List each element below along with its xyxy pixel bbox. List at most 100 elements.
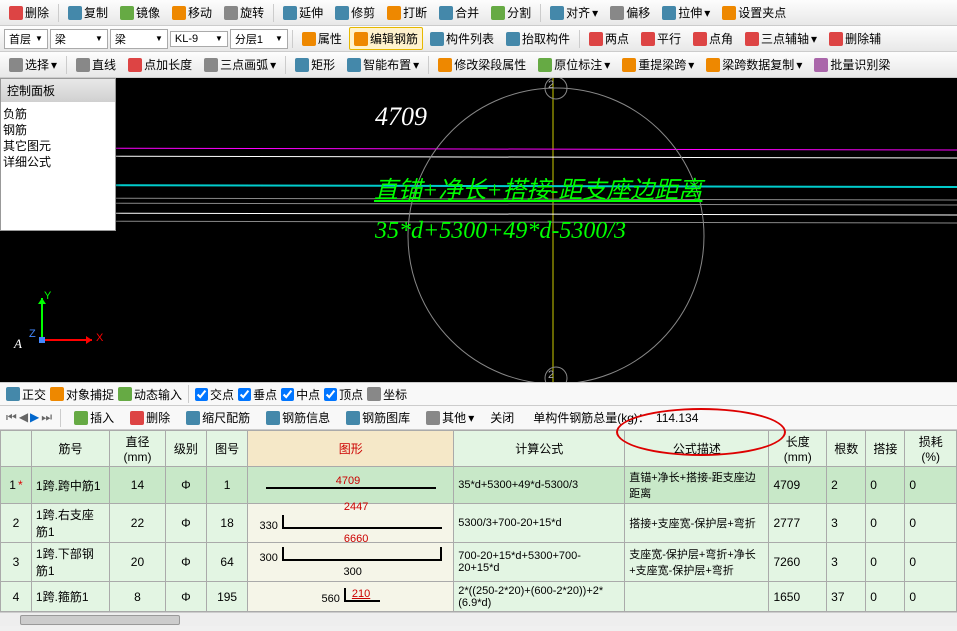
table-row[interactable]: 21跨.右支座筋122Φ1833024475300/3+700-20+15*d搭… <box>1 504 957 543</box>
merge-btn[interactable]: 合并 <box>434 1 484 24</box>
split-btn[interactable]: 分割 <box>486 1 536 24</box>
list-btn[interactable]: 构件列表 <box>425 27 499 50</box>
select-btn[interactable]: 选择 ▾ <box>4 53 62 76</box>
coord-btn[interactable]: 坐标 <box>367 386 407 403</box>
panel-item-3[interactable]: 其它图元 <box>3 138 113 154</box>
rect-btn[interactable]: 矩形 <box>290 53 340 76</box>
stretch-btn[interactable]: 拉伸 ▾ <box>657 1 715 24</box>
two-pt-icon <box>589 32 603 46</box>
smart-btn[interactable]: 智能布置 ▾ <box>342 53 424 76</box>
canvas-length: 4709 <box>375 102 427 132</box>
control-panel[interactable]: 控制面板 负筋 钢筋 其它图元 详细公式 <box>0 78 116 231</box>
cat2-dd[interactable]: 梁▼ <box>110 29 168 49</box>
h-scrollbar[interactable] <box>0 612 957 626</box>
dyn-icon <box>118 387 132 401</box>
trim-icon <box>335 6 349 20</box>
angle-btn[interactable]: 点角 <box>688 27 738 50</box>
fig-cell[interactable]: 560210 <box>248 582 454 612</box>
three-axis-icon <box>745 32 759 46</box>
cat1-dd[interactable]: 梁▼ <box>50 29 108 49</box>
edit-rebar-btn[interactable]: 编辑钢筋 <box>349 27 423 50</box>
table-row[interactable]: 41跨.箍筋18Φ1955602102*((250-2*20)+(600-2*2… <box>1 582 957 612</box>
drawing-canvas[interactable]: 2 2 4709 直锚+净长+搭接-距支座边距离 35*d+5300+49*d-… <box>0 78 957 382</box>
fig-cell[interactable]: 3006660300 <box>248 543 454 582</box>
break-icon <box>387 6 401 20</box>
batch-icon <box>814 58 828 72</box>
nav-next[interactable]: ▶ <box>30 410 39 425</box>
copy-span-btn[interactable]: 梁跨数据复制 ▾ <box>701 53 807 76</box>
rotate-btn[interactable]: 旋转 <box>219 1 269 24</box>
grid-insert[interactable]: 插入 <box>69 406 119 429</box>
copy-btn[interactable]: 复制 <box>63 1 113 24</box>
grid-delete[interactable]: 删除 <box>125 406 175 429</box>
grid-scale[interactable]: 缩尺配筋 <box>181 406 255 429</box>
arc3-btn[interactable]: 三点画弧 ▾ <box>199 53 281 76</box>
ptlen-btn[interactable]: 点加长度 <box>123 53 197 76</box>
grid-lib[interactable]: 钢筋图库 <box>341 406 415 429</box>
toolbar-draw: 选择 ▾ 直线 点加长度 三点画弧 ▾ 矩形 智能布置 ▾ 修改梁段属性 原位标… <box>0 52 957 78</box>
toolbar-edit: 删除 复制 镜像 移动 旋转 延伸 修剪 打断 合并 分割 对齐 ▾ 偏移 拉伸… <box>0 0 957 26</box>
delete-btn[interactable]: 删除 <box>4 1 54 24</box>
apex-chk[interactable]: 顶点 <box>324 386 363 403</box>
delete-icon <box>9 6 23 20</box>
extend-btn[interactable]: 延伸 <box>278 1 328 24</box>
table-row[interactable]: 31跨.下部钢筋120Φ643006660300700-20+15*d+5300… <box>1 543 957 582</box>
angle-icon <box>693 32 707 46</box>
mark-btn[interactable]: 原位标注 ▾ <box>533 53 615 76</box>
ortho-toggle[interactable]: 正交 <box>6 386 46 403</box>
grid-close[interactable]: 关闭 <box>485 406 519 429</box>
inter-chk[interactable]: 交点 <box>195 386 234 403</box>
mid-chk[interactable]: 中点 <box>281 386 320 403</box>
perp-chk[interactable]: 垂点 <box>238 386 277 403</box>
mirror-btn[interactable]: 镜像 <box>115 1 165 24</box>
parallel-btn[interactable]: 平行 <box>636 27 686 50</box>
coord-icon <box>367 387 381 401</box>
rebar-grid[interactable]: 筋号直径(mm)级别图号 图形 计算公式公式描述 长度(mm)根数搭接损耗(%)… <box>0 430 957 612</box>
redo-span-btn[interactable]: 重提梁跨 ▾ <box>617 53 699 76</box>
panel-item-4[interactable]: 详细公式 <box>3 154 113 170</box>
scale-icon <box>186 411 200 425</box>
canvas-formula1: 直锚+净长+搭接-距支座边距离 <box>374 170 702 205</box>
rect-icon <box>295 58 309 72</box>
nav-prev[interactable]: ◀ <box>19 410 28 425</box>
dyn-toggle[interactable]: 动态输入 <box>118 386 182 403</box>
del-axis-icon <box>829 32 843 46</box>
mark-icon <box>538 58 552 72</box>
align-btn[interactable]: 对齐 ▾ <box>545 1 603 24</box>
three-axis-btn[interactable]: 三点辅轴 ▾ <box>740 27 822 50</box>
align-icon <box>550 6 564 20</box>
fig-cell[interactable]: 4709 <box>248 467 454 504</box>
pick-btn[interactable]: 抬取构件 <box>501 27 575 50</box>
del-axis-btn[interactable]: 删除辅 <box>824 27 886 50</box>
stretch-icon <box>662 6 676 20</box>
axis-A: A <box>14 336 22 352</box>
comp-dd[interactable]: KL-9▼ <box>170 31 228 47</box>
panel-item-1[interactable]: 负筋 <box>3 106 113 122</box>
move-btn[interactable]: 移动 <box>167 1 217 24</box>
mirror-icon <box>120 6 134 20</box>
trim-btn[interactable]: 修剪 <box>330 1 380 24</box>
edit-span-btn[interactable]: 修改梁段属性 <box>433 53 531 76</box>
span-dd[interactable]: 分层1▼ <box>230 29 288 49</box>
panel-item-2[interactable]: 钢筋 <box>3 122 113 138</box>
grid-other[interactable]: 其他 ▾ <box>421 406 479 429</box>
nav-first[interactable]: ⏮ <box>6 410 17 425</box>
break-btn[interactable]: 打断 <box>382 1 432 24</box>
move-icon <box>172 6 186 20</box>
attrs-btn[interactable]: 属性 <box>297 27 347 50</box>
floor-dd[interactable]: 首层▼ <box>4 29 48 49</box>
table-row[interactable]: 1*1跨.跨中筋114Φ1470935*d+5300+49*d-5300/3直锚… <box>1 467 957 504</box>
two-pt-btn[interactable]: 两点 <box>584 27 634 50</box>
ucs-z: Z <box>29 328 36 340</box>
nav-last[interactable]: ⏭ <box>41 410 52 425</box>
osnap-toggle[interactable]: 对象捕捉 <box>50 386 114 403</box>
batch-btn[interactable]: 批量识别梁 <box>809 53 895 76</box>
nav-group: ⏮ ◀ ▶ ⏭ <box>6 410 52 425</box>
grid-info[interactable]: 钢筋信息 <box>261 406 335 429</box>
attrs-icon <box>302 32 316 46</box>
lib-icon <box>346 411 360 425</box>
grip-btn[interactable]: 设置夹点 <box>717 1 791 24</box>
offset-btn[interactable]: 偏移 <box>605 1 655 24</box>
ucs-y: Y <box>44 290 51 302</box>
line-btn[interactable]: 直线 <box>71 53 121 76</box>
